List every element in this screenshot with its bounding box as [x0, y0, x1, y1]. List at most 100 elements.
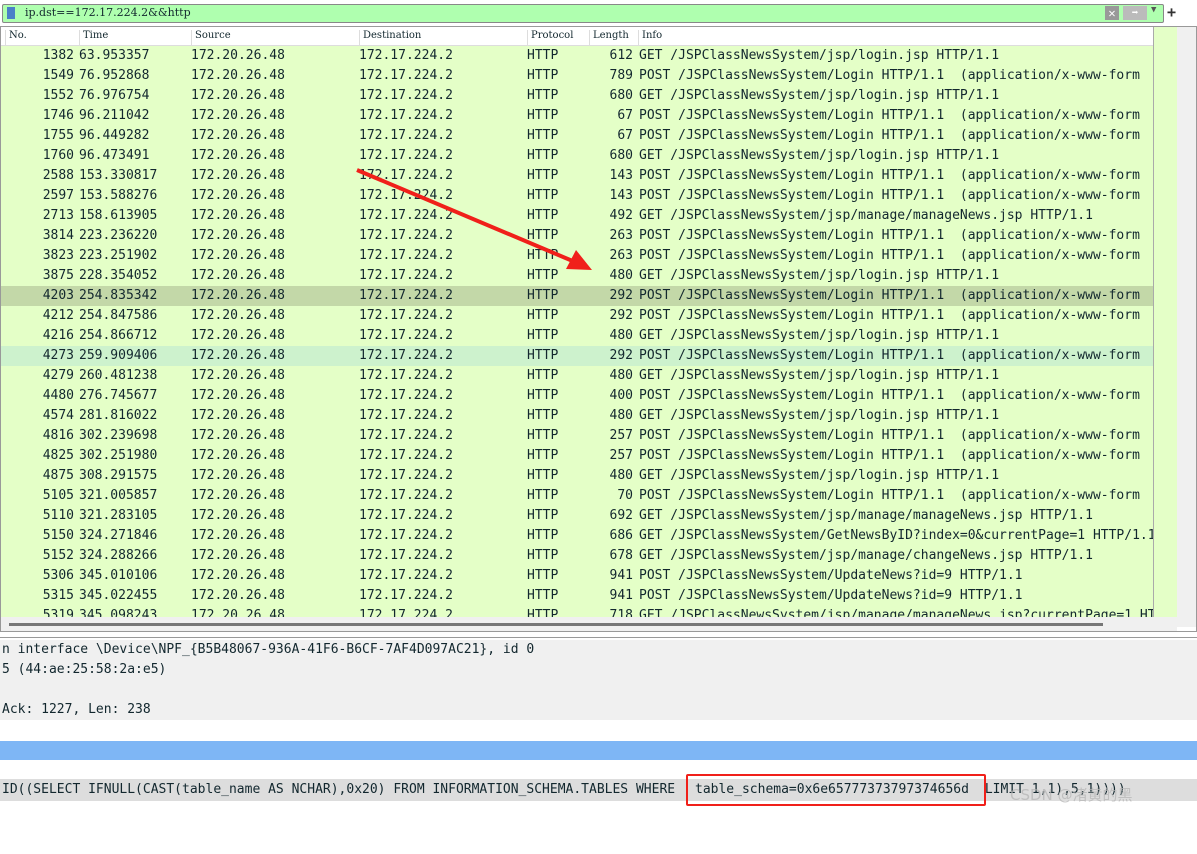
cell: HTTP — [527, 148, 559, 163]
chevron-down-icon[interactable]: ▼ — [1151, 5, 1156, 15]
packet-row[interactable]: 5110 321.283105 172.20.26.48 172.17.224.2 HT… — [1, 506, 1153, 526]
detail-line[interactable] — [0, 680, 1197, 700]
cell: 172.17.224.2 — [359, 288, 453, 303]
arrow-right-icon[interactable]: ➡ — [1123, 6, 1147, 20]
packet-row[interactable]: 4875 308.291575 172.20.26.48 172.17.224.2 HT… — [1, 466, 1153, 486]
packet-row[interactable]: 2588 153.330817 172.20.26.48 172.17.224.2 HT… — [1, 166, 1153, 186]
cell: 172.17.224.2 — [359, 308, 453, 323]
cell: GET /JSPClassNewsSystem/jsp/login.jsp HT… — [639, 148, 1000, 163]
scrollbar-thumb[interactable] — [9, 623, 1103, 626]
cell: 686 — [609, 528, 633, 543]
annotation-box — [686, 774, 986, 806]
packet-row[interactable]: 2597 153.588276 172.20.26.48 172.17.224.2 HT… — [1, 186, 1153, 206]
cell: POST /JSPClassNewsSystem/Login HTTP/1.1 … — [639, 428, 1140, 443]
cell: 1760 — [42, 148, 74, 163]
cell: HTTP — [527, 288, 559, 303]
cell: 2713 — [42, 208, 74, 223]
cell: HTTP — [527, 348, 559, 363]
cell: 172.17.224.2 — [359, 488, 453, 503]
cell: 3875 — [42, 268, 74, 283]
cell: 400 — [609, 388, 633, 403]
cell: 254.847586 — [79, 308, 158, 323]
cell: 172.17.224.2 — [359, 528, 453, 543]
watermark: CSDN @渚黄的黑 — [1010, 786, 1133, 804]
packet-row[interactable]: 3814 223.236220 172.20.26.48 172.17.224.2 HT… — [1, 226, 1153, 246]
cell: 292 — [609, 308, 633, 323]
cell: 5152 — [42, 548, 74, 563]
column-header[interactable]: Length — [589, 30, 629, 45]
packet-row[interactable]: 3823 223.251902 172.20.26.48 172.17.224.2 HT… — [1, 246, 1153, 266]
cell: 257 — [609, 448, 633, 463]
cell: 4574 — [42, 408, 74, 423]
packet-row[interactable]: 4203 254.835342 172.20.26.48 172.17.224.2 HT… — [1, 286, 1153, 306]
detail-line[interactable]: 5 (44:ae:25:58:2a:e5) — [0, 660, 1197, 680]
filter-text[interactable]: ip.dst==172.17.224.2&&http — [25, 6, 191, 19]
cell: 4212 — [42, 308, 74, 323]
cell: 172.17.224.2 — [359, 588, 453, 603]
packet-row[interactable]: 5306 345.010106 172.20.26.48 172.17.224.2 HT… — [1, 566, 1153, 586]
horizontal-scrollbar[interactable] — [1, 617, 1177, 631]
packet-row[interactable]: 4574 281.816022 172.20.26.48 172.17.224.2 HT… — [1, 406, 1153, 426]
selected-detail-line[interactable] — [0, 741, 1197, 760]
detail-line[interactable]: n interface \Device\NPF_{B5B48067-936A-4… — [0, 640, 1197, 660]
column-header[interactable]: No. — [5, 30, 27, 45]
packet-row[interactable]: 5152 324.288266 172.20.26.48 172.17.224.2 HT… — [1, 546, 1153, 566]
cell: 5105 — [42, 488, 74, 503]
cell: HTTP — [527, 88, 559, 103]
packet-row[interactable]: 2713 158.613905 172.20.26.48 172.17.224.2 HT… — [1, 206, 1153, 226]
close-icon[interactable]: ✕ — [1105, 6, 1119, 20]
packet-row[interactable]: 4216 254.866712 172.20.26.48 172.17.224.2 HT… — [1, 326, 1153, 346]
packet-row[interactable]: 4825 302.251980 172.20.26.48 172.17.224.2 HT… — [1, 446, 1153, 466]
column-header[interactable]: Protocol — [527, 30, 573, 45]
cell: 321.005857 — [79, 488, 158, 503]
column-header[interactable]: Time — [79, 30, 108, 45]
cell: 172.20.26.48 — [191, 368, 285, 383]
display-filter-input[interactable]: ip.dst==172.17.224.2&&http ✕ ➡ ▼ — [2, 4, 1164, 23]
cell: 172.17.224.2 — [359, 328, 453, 343]
packet-row[interactable]: 3875 228.354052 172.20.26.48 172.17.224.2 HT… — [1, 266, 1153, 286]
packet-row[interactable]: 1552 76.976754 172.20.26.48 172.17.224.2 HTT… — [1, 86, 1153, 106]
cell: HTTP — [527, 568, 559, 583]
column-header[interactable]: Info — [638, 30, 662, 45]
cell: 153.588276 — [79, 188, 158, 203]
cell: 172.20.26.48 — [191, 468, 285, 483]
packet-row[interactable]: 4212 254.847586 172.20.26.48 172.17.224.2 HT… — [1, 306, 1153, 326]
packet-row[interactable]: 4273 259.909406 172.20.26.48 172.17.224.2 HT… — [1, 346, 1153, 366]
cell: 292 — [609, 288, 633, 303]
packet-row[interactable]: 4816 302.239698 172.20.26.48 172.17.224.2 HT… — [1, 426, 1153, 446]
packet-row[interactable]: 1755 96.449282 172.20.26.48 172.17.224.2 HTT… — [1, 126, 1153, 146]
packet-row[interactable]: 1746 96.211042 172.20.26.48 172.17.224.2 HTT… — [1, 106, 1153, 126]
cell: 324.288266 — [79, 548, 158, 563]
packet-row[interactable]: 5150 324.271846 172.20.26.48 172.17.224.2 HT… — [1, 526, 1153, 546]
packet-list[interactable]: No. Time Source Destination Protocol Length In… — [0, 26, 1197, 632]
detail-text: 5 (44:ae:25:58:2a:e5) — [2, 662, 167, 677]
cell: 480 — [609, 468, 633, 483]
cell: 172.20.26.48 — [191, 68, 285, 83]
cell: 3823 — [42, 248, 74, 263]
cell: GET /JSPClassNewsSystem/jsp/login.jsp HT… — [639, 48, 1000, 63]
cell: 172.20.26.48 — [191, 208, 285, 223]
cell: 1746 — [42, 108, 74, 123]
packet-row[interactable]: 1760 96.473491 172.20.26.48 172.17.224.2 HTT… — [1, 146, 1153, 166]
packet-row[interactable]: 1382 63.953357 172.20.26.48 172.17.224.2 HTT… — [1, 46, 1153, 66]
add-filter-button[interactable]: + — [1167, 3, 1176, 21]
packet-row[interactable]: 4279 260.481238 172.20.26.48 172.17.224.2 HT… — [1, 366, 1153, 386]
packet-row[interactable]: 5315 345.022455 172.20.26.48 172.17.224.2 HT… — [1, 586, 1153, 606]
packet-row[interactable]: 4480 276.745677 172.20.26.48 172.17.224.2 HT… — [1, 386, 1153, 406]
bookmark-icon[interactable] — [7, 7, 15, 19]
vertical-scrollbar[interactable] — [1177, 27, 1196, 627]
cell: POST /JSPClassNewsSystem/UpdateNews?id=9… — [639, 588, 1023, 603]
packet-row[interactable]: 1549 76.952868 172.20.26.48 172.17.224.2 HTT… — [1, 66, 1153, 86]
cell: POST /JSPClassNewsSystem/Login HTTP/1.1 … — [639, 108, 1140, 123]
cell: 172.20.26.48 — [191, 268, 285, 283]
cell: 172.20.26.48 — [191, 328, 285, 343]
cell: 1549 — [42, 68, 74, 83]
cell: 5315 — [42, 588, 74, 603]
cell: HTTP — [527, 208, 559, 223]
column-header[interactable]: Destination — [359, 30, 421, 45]
cell: 4279 — [42, 368, 74, 383]
packet-row[interactable]: 5105 321.005857 172.20.26.48 172.17.224.2 HT… — [1, 486, 1153, 506]
column-header[interactable]: Source — [191, 30, 231, 45]
cell: GET /JSPClassNewsSystem/jsp/login.jsp HT… — [639, 328, 1000, 343]
detail-line[interactable]: Ack: 1227, Len: 238 — [0, 700, 1197, 720]
